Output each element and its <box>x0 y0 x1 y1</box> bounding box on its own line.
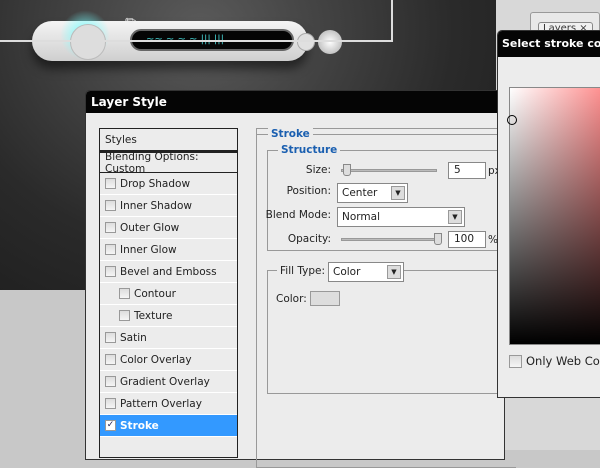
size-slider[interactable] <box>341 169 437 172</box>
cable-vertical <box>391 0 393 42</box>
style-item-label: Texture <box>134 309 173 322</box>
styles-list: Styles Blending Options: Custom Drop Sha… <box>99 128 238 458</box>
checkbox-icon[interactable] <box>105 222 116 233</box>
checkbox-icon[interactable] <box>105 332 116 343</box>
checkbox-icon[interactable] <box>105 398 116 409</box>
dialog-title: Layer Style <box>86 91 504 113</box>
player-knob <box>318 30 342 54</box>
blend-mode-label: Blend Mode: <box>265 209 331 221</box>
color-marker[interactable] <box>507 115 517 125</box>
checkbox-icon[interactable] <box>119 288 130 299</box>
chevron-down-icon: ▼ <box>391 186 405 200</box>
style-item-label: Bevel and Emboss <box>120 265 217 278</box>
only-web-colors-checkbox[interactable]: Only Web Colors <box>509 354 600 368</box>
checkbox-icon[interactable] <box>119 310 130 321</box>
fill-type-label: Fill Type: <box>277 265 329 277</box>
style-item-contour[interactable]: Contour <box>100 283 237 305</box>
fill-type-value: Color <box>333 266 361 278</box>
style-item-label: Satin <box>120 331 147 344</box>
cable-horizontal <box>0 40 393 42</box>
color-field[interactable] <box>509 87 600 345</box>
style-item-label: Contour <box>134 287 176 300</box>
style-item-label: Pattern Overlay <box>120 397 202 410</box>
style-item-drop-shadow[interactable]: Drop Shadow <box>100 173 237 195</box>
checkbox-icon[interactable] <box>105 266 116 277</box>
style-item-label: Drop Shadow <box>120 177 191 190</box>
position-value: Center <box>342 187 378 199</box>
size-label: Size: <box>305 164 331 176</box>
checkbox-icon[interactable] <box>105 178 116 189</box>
opacity-label: Opacity: <box>287 233 331 245</box>
color-picker-dialog: Select stroke color: Only Web Colors <box>497 30 600 398</box>
style-item-label: Outer Glow <box>120 221 180 234</box>
checkbox-icon[interactable] <box>105 376 116 387</box>
style-item-satin[interactable]: Satin <box>100 327 237 349</box>
blend-mode-select[interactable]: Normal ▼ <box>337 207 465 227</box>
style-item-inner-glow[interactable]: Inner Glow <box>100 239 237 261</box>
checkbox-icon <box>509 354 522 368</box>
style-item-label: Inner Glow <box>120 243 177 256</box>
chevron-down-icon: ▼ <box>387 265 401 279</box>
style-item-color-overlay[interactable]: Color Overlay <box>100 349 237 371</box>
size-input[interactable]: 5 <box>448 162 486 179</box>
position-label: Position: <box>286 185 331 197</box>
layer-style-dialog: Layer Style Styles Blending Options: Cus… <box>85 90 517 468</box>
size-slider-thumb[interactable] <box>343 164 351 176</box>
stroke-group-title: Stroke <box>268 128 313 140</box>
checkbox-icon[interactable] <box>105 200 116 211</box>
styles-header[interactable]: Styles <box>100 129 237 151</box>
player-small-knob <box>297 33 315 51</box>
opacity-slider[interactable] <box>341 238 441 241</box>
player-menu-button <box>70 24 106 60</box>
style-item-label: Gradient Overlay <box>120 375 210 388</box>
stroke-panel: Stroke Structure Size: 5 px Position: Ce… <box>256 128 517 468</box>
blending-options[interactable]: Blending Options: Custom <box>100 151 237 175</box>
style-item-gradient-overlay[interactable]: Gradient Overlay <box>100 371 237 393</box>
opacity-slider-thumb[interactable] <box>434 233 442 245</box>
fill-group <box>267 270 517 394</box>
checkbox-icon[interactable]: ✓ <box>105 420 116 431</box>
style-item-label: Inner Shadow <box>120 199 192 212</box>
color-label: Color: <box>276 293 307 305</box>
style-item-inner-shadow[interactable]: Inner Shadow <box>100 195 237 217</box>
color-swatch[interactable] <box>310 291 340 306</box>
style-item-outer-glow[interactable]: Outer Glow <box>100 217 237 239</box>
structure-title: Structure <box>278 144 341 156</box>
style-item-bevel-and-emboss[interactable]: Bevel and Emboss <box>100 261 237 283</box>
only-web-colors-label: Only Web Colors <box>526 354 600 368</box>
chevron-down-icon: ▼ <box>448 210 462 224</box>
style-item-stroke[interactable]: ✓ Stroke <box>100 415 237 437</box>
style-item-pattern-overlay[interactable]: Pattern Overlay <box>100 393 237 415</box>
blend-mode-value: Normal <box>342 211 380 223</box>
picker-title: Select stroke color: <box>498 31 600 57</box>
style-item-label: Color Overlay <box>120 353 192 366</box>
checkbox-icon[interactable] <box>105 244 116 255</box>
opacity-input[interactable]: 100 <box>448 231 486 248</box>
style-item-texture[interactable]: Texture <box>100 305 237 327</box>
style-item-label: Stroke <box>120 419 159 432</box>
position-select[interactable]: Center ▼ <box>337 183 408 203</box>
fill-type-select[interactable]: Color ▼ <box>328 262 404 282</box>
checkbox-icon[interactable] <box>105 354 116 365</box>
